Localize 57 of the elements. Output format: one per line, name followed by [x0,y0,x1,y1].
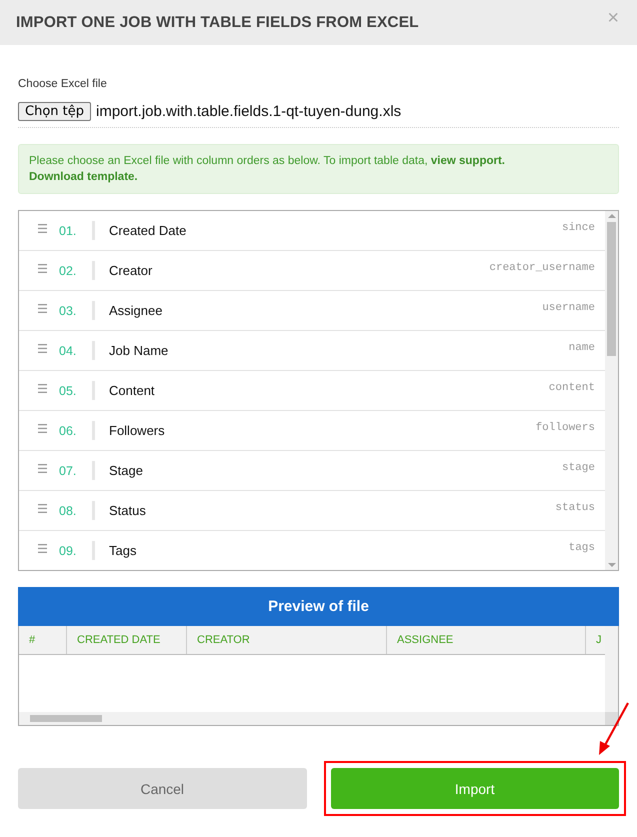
field-number: 08. [59,504,78,518]
field-key: status [555,502,595,514]
field-key: since [562,222,595,234]
import-button[interactable]: Import [330,768,619,809]
field-name: Followers [109,423,166,438]
column-header: ASSIGNEE [387,626,586,654]
column-header: # [19,626,67,654]
field-key: username [542,302,595,314]
field-key: creator_username [489,262,595,274]
close-button[interactable]: × [607,7,619,30]
drag-handle-icon[interactable] [38,224,47,233]
field-name: Assignee [109,303,164,318]
notice-link[interactable]: view support. [430,155,505,167]
drag-handle-icon[interactable] [38,544,47,553]
file-name: import.job.with.table.fields.1-qt-tuyen-dung.xls [96,103,402,120]
drag-handle-icon[interactable] [38,424,47,433]
drag-handle-icon[interactable] [38,304,47,313]
drag-handle-icon[interactable] [38,464,47,473]
field-number: 07. [59,464,78,478]
scrollbar-corner [605,712,618,725]
drag-handle-icon[interactable] [38,264,47,273]
column-header: CREATOR [187,626,387,654]
field-number: 05. [59,384,78,398]
field-key: stage [562,462,595,474]
field-name: Status [109,503,147,518]
field-number: 04. [59,344,78,358]
field-name: Tags [109,543,138,558]
dialog-title: IMPORT ONE JOB WITH TABLE FIELDS FROM EXCEL [16,14,419,32]
field-key: content [548,382,595,394]
drag-handle-icon[interactable] [38,344,47,353]
field-name: Content [109,383,156,398]
field-key: tags [568,542,595,554]
cancel-button[interactable]: Cancel [18,768,306,809]
choose-file-button[interactable]: Chọn tệp [18,102,91,121]
notice-link[interactable]: Download template. [29,171,138,183]
field-key: name [568,342,595,354]
notice-text: Please choose an Excel file with column orders as below. To import table data, [29,155,429,167]
field-number: 01. [59,224,78,238]
field-name: Job Name [109,343,170,358]
field-number: 09. [59,544,78,558]
field-name: Created Date [109,223,188,238]
annotation-arrow [599,702,629,755]
column-header: CREATED DATE [67,626,187,654]
field-name: Stage [109,463,144,478]
scrollbar[interactable] [19,712,605,725]
scrollbar[interactable] [605,626,618,712]
field-number: 06. [59,424,78,438]
column-header: J [595,633,602,648]
field-key: followers [536,422,595,434]
field-label: Choose Excel file [18,78,107,90]
scrollbar[interactable] [605,211,618,570]
field-name: Creator [109,263,154,278]
drag-handle-icon[interactable] [38,384,47,393]
preview-title: Preview of file [18,587,619,626]
field-number: 02. [59,264,78,278]
drag-handle-icon[interactable] [38,504,47,513]
field-number: 03. [59,304,78,318]
